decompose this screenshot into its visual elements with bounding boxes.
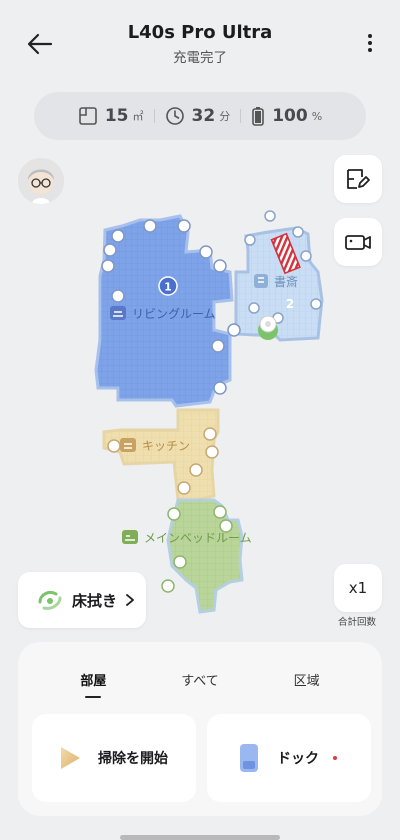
edit-map-button[interactable] xyxy=(334,155,382,203)
mode-tabs: 部屋 すべて 区域 xyxy=(18,670,382,698)
dock-button[interactable]: ドック xyxy=(207,714,371,802)
device-status: 充電完了 xyxy=(173,50,227,66)
dock-icon xyxy=(240,744,258,772)
battery-stat: 100 % xyxy=(241,106,332,126)
mop-icon xyxy=(38,590,62,610)
svg-text:リビングルーム: リビングルーム xyxy=(132,307,216,321)
start-cleaning-button[interactable]: 掃除を開始 xyxy=(32,714,196,802)
svg-text:メインベッドルーム: メインベッドルーム xyxy=(144,531,252,545)
start-cleaning-label: 掃除を開始 xyxy=(98,751,168,767)
repeat-count-button[interactable]: x1 xyxy=(334,564,382,612)
control-panel: 部屋 すべて 区域 掃除を開始 ドック xyxy=(18,642,382,816)
active-tab-indicator xyxy=(85,696,102,698)
area-value: 15 xyxy=(104,106,129,126)
tab-zone-label: 区域 xyxy=(293,674,320,689)
tab-zone[interactable]: 区域 xyxy=(267,670,347,689)
time-value: 32 xyxy=(191,106,216,126)
robot-position-icon xyxy=(258,315,278,340)
repeat-count-label: 合計回数 xyxy=(337,617,376,628)
svg-text:書斎: 書斎 xyxy=(274,274,298,289)
area-stat: 15 ㎡ xyxy=(68,106,154,126)
room-label-bedroom[interactable]: メインベッドルーム xyxy=(122,530,252,545)
battery-icon xyxy=(252,107,264,126)
tab-rooms[interactable]: 部屋 xyxy=(53,670,133,698)
room-label-kitchen[interactable]: キッチン xyxy=(120,438,190,453)
mop-mode-button[interactable]: 床拭き xyxy=(18,572,146,628)
floor-area-icon xyxy=(79,107,97,125)
more-menu-button[interactable] xyxy=(358,28,382,58)
time-stat: 32 分 xyxy=(155,106,241,126)
time-unit: 分 xyxy=(219,110,231,123)
room-kitchen-area[interactable] xyxy=(102,408,220,502)
home-indicator[interactable] xyxy=(120,835,280,840)
order-marker-2: 2 xyxy=(286,297,294,311)
clock-icon xyxy=(165,107,184,125)
svg-text:キッチン: キッチン xyxy=(142,439,190,453)
tab-all-label: すべて xyxy=(181,674,219,689)
order-marker-1: 1 xyxy=(158,276,178,296)
header: L40s Pro Ultra 充電完了 xyxy=(0,0,400,80)
tab-all[interactable]: すべて xyxy=(160,670,240,689)
chevron-right-icon xyxy=(126,594,134,606)
room-label-study[interactable]: 書斎 xyxy=(254,274,298,289)
tab-rooms-label: 部屋 xyxy=(80,674,107,689)
play-icon xyxy=(61,747,80,769)
more-vertical-icon xyxy=(368,34,372,52)
cleaning-stats: 15 ㎡ 32 分 100 % xyxy=(34,92,366,140)
avatar[interactable] xyxy=(18,158,64,204)
area-unit: ㎡ xyxy=(132,110,144,123)
notification-dot xyxy=(333,756,337,760)
svg-text:1: 1 xyxy=(164,281,172,294)
battery-value: 100 xyxy=(272,106,308,126)
page-title: L40s Pro Ultra xyxy=(127,22,273,43)
map-edit-icon xyxy=(347,169,370,189)
battery-unit: % xyxy=(311,109,323,123)
mop-mode-label: 床拭き xyxy=(72,591,118,610)
avatar-illustration-icon xyxy=(18,158,64,204)
dock-label: ドック xyxy=(277,751,319,767)
